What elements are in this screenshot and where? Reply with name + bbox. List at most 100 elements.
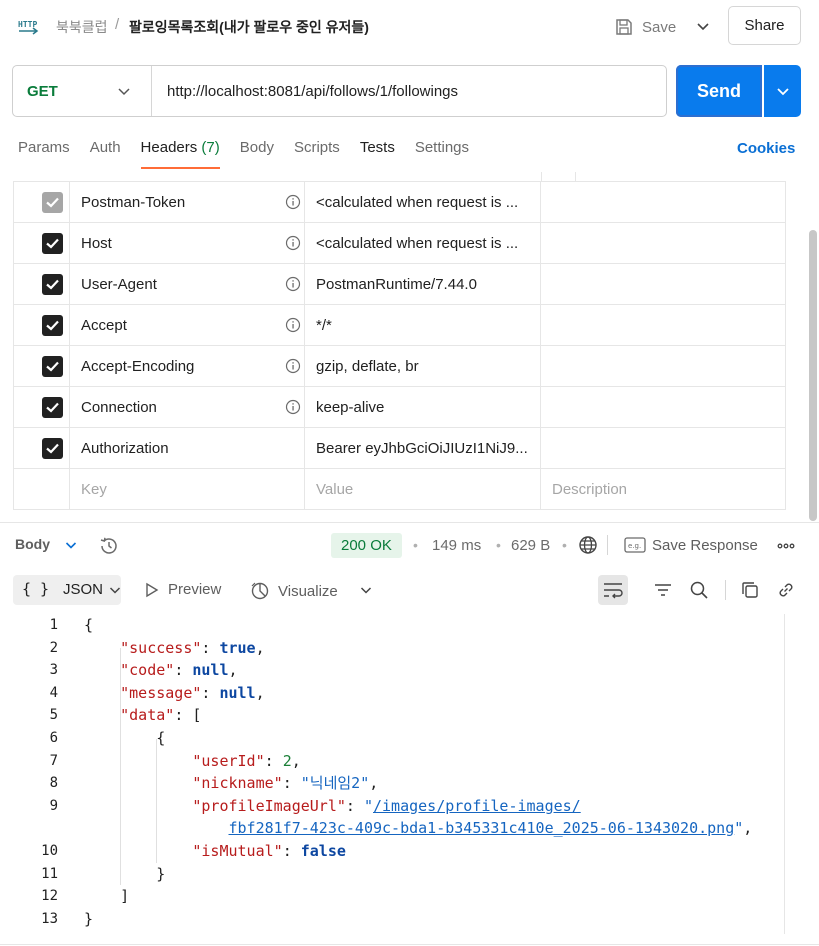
method-select[interactable]: GET <box>27 83 58 100</box>
table-cell[interactable] <box>541 264 786 304</box>
header-checkbox[interactable] <box>42 438 63 459</box>
breadcrumb-parent[interactable]: 북북클럽 <box>56 17 108 37</box>
header-key[interactable]: Postman-Token <box>81 194 185 211</box>
profile-image-link[interactable]: /images/profile-images/ <box>373 797 581 815</box>
table-cell[interactable] <box>541 428 786 468</box>
line-number: 12 <box>41 888 58 905</box>
response-time[interactable]: 149 ms <box>432 537 481 554</box>
info-icon[interactable] <box>285 358 301 374</box>
code-text: ] <box>120 887 130 906</box>
header-key[interactable]: Connection <box>81 399 157 416</box>
header-key[interactable]: User-Agent <box>81 276 157 293</box>
copy-icon[interactable] <box>740 580 760 600</box>
json-braces-icon: { } <box>22 580 50 598</box>
header-key[interactable]: Authorization <box>81 440 169 457</box>
header-value[interactable]: keep-alive <box>316 399 536 416</box>
request-title[interactable]: 팔로잉목록조회(내가 팔로우 중인 유저들) <box>129 17 369 37</box>
new-key-input[interactable]: Key <box>81 481 107 498</box>
table-cell[interactable] <box>541 387 786 427</box>
table-cell[interactable] <box>541 305 786 345</box>
tab-auth[interactable]: Auth <box>90 139 121 169</box>
save-options-chevron-down-icon[interactable] <box>692 16 714 38</box>
header-checkbox[interactable] <box>42 397 63 418</box>
header-checkbox[interactable] <box>42 233 63 254</box>
save-button[interactable]: Save <box>614 12 676 42</box>
wrap-lines-button[interactable] <box>598 575 628 605</box>
chevron-down-icon[interactable] <box>64 538 78 552</box>
table-row-partial <box>13 172 786 182</box>
breadcrumb-separator: / <box>115 16 120 33</box>
separator-dot: • <box>496 537 501 553</box>
info-icon[interactable] <box>285 194 301 210</box>
format-select[interactable]: { } JSON <box>13 575 121 605</box>
header-value[interactable]: PostmanRuntime/7.44.0 <box>316 276 536 293</box>
response-size[interactable]: 629 B <box>511 537 550 554</box>
header-value[interactable]: <calculated when request is ... <box>316 194 536 211</box>
tab-tests[interactable]: Tests <box>360 139 395 169</box>
table-cell[interactable] <box>541 223 786 263</box>
send-options-button[interactable] <box>764 65 801 117</box>
history-icon[interactable] <box>98 535 120 557</box>
table-cell[interactable] <box>541 346 786 386</box>
table-row: Connection keep-alive <box>13 387 786 428</box>
code-line: 7 "userId": 2, <box>0 750 800 773</box>
check-icon <box>46 320 59 331</box>
code-text: "code": null, <box>120 661 238 680</box>
header-value[interactable]: */* <box>316 317 536 334</box>
code-line: 13 } <box>0 908 800 931</box>
visualize-button[interactable]: Visualize <box>250 581 338 601</box>
code-text: fbf281f7-423c-409c-bda1-b345331c410e_202… <box>228 819 753 838</box>
new-description-input[interactable]: Description <box>552 481 772 498</box>
share-button[interactable]: Share <box>728 6 801 45</box>
header-key[interactable]: Host <box>81 235 112 252</box>
search-icon[interactable] <box>689 580 709 600</box>
code-scrollbar-track[interactable] <box>784 614 785 934</box>
filter-icon[interactable] <box>653 580 673 600</box>
line-number: 5 <box>49 707 58 724</box>
header-checkbox[interactable] <box>42 315 63 336</box>
line-number: 8 <box>49 775 58 792</box>
table-cell <box>13 264 70 304</box>
response-body-code[interactable]: 1 { 2 "success": true, 3 "code": null, 4… <box>0 614 800 930</box>
headers-scrollbar[interactable] <box>809 230 817 521</box>
status-badge[interactable]: 200 OK <box>331 533 402 558</box>
info-icon[interactable] <box>285 276 301 292</box>
response-body-label[interactable]: Body <box>15 536 50 552</box>
info-icon[interactable] <box>285 235 301 251</box>
header-value[interactable]: gzip, deflate, br <box>316 358 536 375</box>
cookies-link[interactable]: Cookies <box>737 140 795 157</box>
send-button[interactable]: Send <box>676 65 762 117</box>
table-row: Host <calculated when request is ... <box>13 223 786 264</box>
table-cell <box>541 172 786 182</box>
header-checkbox[interactable] <box>42 356 63 377</box>
info-icon[interactable] <box>285 399 301 415</box>
link-icon[interactable] <box>776 580 796 600</box>
code-line: fbf281f7-423c-409c-bda1-b345331c410e_202… <box>0 817 800 840</box>
table-cell: Postman-Token <box>70 182 305 222</box>
header-value[interactable]: <calculated when request is ... <box>316 235 536 252</box>
header-value[interactable]: Bearer eyJhbGciOiJIUzI1NiJ9... <box>316 440 536 457</box>
more-options-icon[interactable] <box>776 536 796 556</box>
table-cell: keep-alive <box>305 387 541 427</box>
globe-icon[interactable] <box>578 535 598 555</box>
tab-params[interactable]: Params <box>18 139 70 169</box>
method-chevron-down-icon[interactable] <box>116 83 132 99</box>
tab-headers[interactable]: Headers (7) <box>140 139 220 169</box>
pane-divider[interactable] <box>0 522 819 523</box>
profile-image-link[interactable]: fbf281f7-423c-409c-bda1-b345331c410e_202… <box>229 819 735 837</box>
table-cell[interactable] <box>541 182 786 222</box>
tab-settings[interactable]: Settings <box>415 139 469 169</box>
info-icon[interactable] <box>285 317 301 333</box>
header-key[interactable]: Accept <box>81 317 127 334</box>
preview-button[interactable]: Preview <box>144 581 221 598</box>
header-key[interactable]: Accept-Encoding <box>81 358 194 375</box>
code-line: 11 } <box>0 863 800 886</box>
header-checkbox[interactable] <box>42 192 63 213</box>
new-value-input[interactable]: Value <box>316 481 536 498</box>
header-checkbox[interactable] <box>42 274 63 295</box>
save-response-button[interactable]: Save Response <box>652 537 758 554</box>
url-input[interactable]: http://localhost:8081/api/follows/1/foll… <box>167 83 458 100</box>
tab-body[interactable]: Body <box>240 139 274 169</box>
tab-scripts[interactable]: Scripts <box>294 139 340 169</box>
chevron-down-icon[interactable] <box>359 583 373 597</box>
